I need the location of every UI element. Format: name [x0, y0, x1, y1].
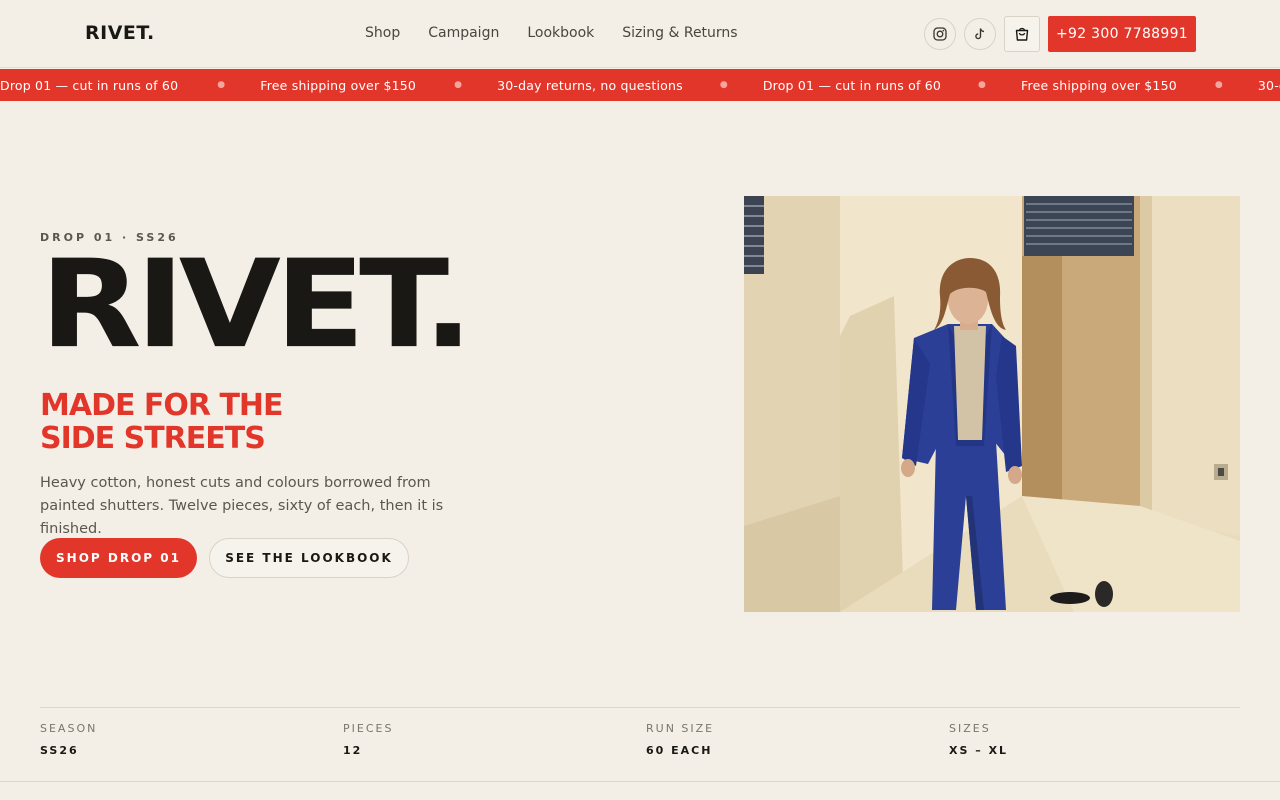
hero-description: Heavy cotton, honest cuts and colours bo… [40, 475, 444, 537]
stat-pieces: PIECES 12 [343, 722, 393, 757]
instagram-icon [933, 27, 947, 41]
tiktok-button[interactable] [964, 18, 996, 50]
see-lookbook-button[interactable]: SEE THE LOOKBOOK [209, 538, 409, 578]
ticker-dot: ● [217, 80, 226, 90]
hero-tagline-line1: MADE FOR THE [40, 388, 284, 423]
stats-divider-top [40, 707, 1240, 708]
nav-item-campaign[interactable]: Campaign [428, 25, 499, 41]
hero-tagline: MADE FOR THE SIDE STREETS [40, 389, 360, 455]
ticker-dot: ● [978, 80, 987, 90]
instagram-button[interactable] [924, 18, 956, 50]
stat-value: 60 EACH [646, 744, 713, 757]
ticker-item: Free shipping over $150 [1021, 77, 1177, 93]
stat-run-size: RUN SIZE 60 EACH [646, 722, 714, 757]
stats-divider-bottom [0, 781, 1280, 782]
ticker-item: Drop 01 — cut in runs of 60 [0, 77, 179, 93]
ticker-item: 30-day returns, no questions [497, 77, 683, 93]
ticker-item: 30-day returns, no questions [1257, 77, 1280, 93]
announcement-ticker: Drop 01 — cut in runs of 60 ● Free shipp… [0, 69, 1280, 101]
brand-logo[interactable]: RIVET. [85, 22, 155, 44]
stat-value: SS26 [40, 744, 79, 757]
main-nav: Shop Campaign Lookbook Sizing & Returns [365, 25, 738, 41]
tiktok-icon [975, 28, 985, 40]
nav-item-sizing-returns[interactable]: Sizing & Returns [622, 25, 737, 41]
ticker-dot: ● [454, 80, 463, 90]
shopping-bag-icon [1015, 27, 1029, 41]
ticker-item: Drop 01 — cut in runs of 60 [762, 77, 942, 93]
phone-call-button[interactable]: +92 300 7788991 [1048, 16, 1196, 52]
nav-item-shop[interactable]: Shop [365, 25, 400, 41]
site-header: RIVET. Shop Campaign Lookbook Sizing & R… [0, 0, 1280, 68]
ticker-dot: ● [1214, 80, 1223, 90]
stat-label: PIECES [343, 722, 394, 735]
stat-label: SIZES [949, 722, 991, 735]
stat-label: RUN SIZE [646, 722, 715, 735]
ticker-track: Drop 01 — cut in runs of 60 ● Free shipp… [0, 69, 1280, 101]
hero-campaign-image [744, 196, 1240, 612]
ticker-item: Free shipping over $150 [260, 77, 417, 93]
nav-item-lookbook[interactable]: Lookbook [527, 25, 594, 41]
stat-label: SEASON [40, 722, 98, 735]
shop-drop-button[interactable]: SHOP DROP 01 [40, 538, 197, 578]
stat-season: SEASON SS26 [40, 722, 97, 757]
stat-sizes: SIZES XS – XL [949, 722, 1008, 757]
hero-title: RIVET. [40, 233, 473, 376]
cart-button[interactable] [1004, 16, 1040, 52]
ticker-dot: ● [719, 80, 728, 90]
stat-value: 12 [343, 744, 363, 757]
hero-tagline-line2: SIDE STREETS [40, 421, 266, 456]
stat-value: XS – XL [949, 744, 1009, 757]
